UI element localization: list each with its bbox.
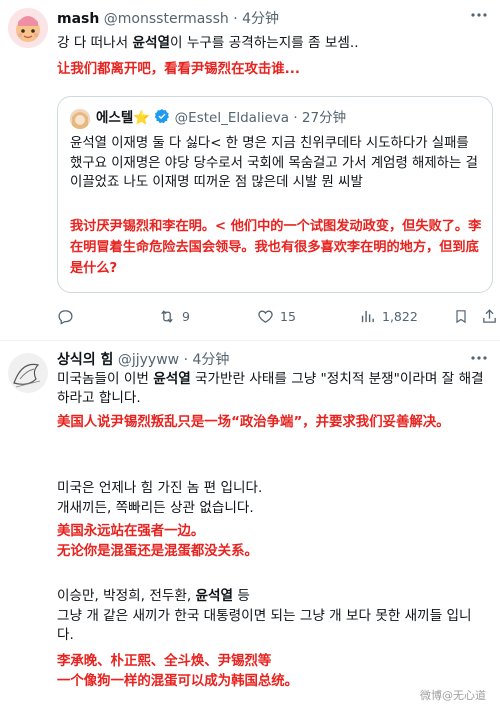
retweet-count: 9: [182, 309, 190, 324]
like-button[interactable]: 15: [257, 308, 296, 325]
views-chart-icon: [361, 310, 374, 323]
avatar-estel[interactable]: [70, 109, 90, 129]
quote-text: 윤석열 이재명 둘 다 싫다< 한 명은 지금 친위쿠데타 시도하다가 실패를 …: [70, 136, 478, 190]
quote-translation: 我讨厌尹锡烈和李在明。< 他们中的一个试图发动政变，但失败了。李在明冒着生命危险…: [70, 219, 482, 276]
tweet-paragraph-1-translation: 美国人说尹锡烈叛乱只是一场“政治争端”，并要求我们妥善解决。: [57, 415, 450, 430]
timestamp[interactable]: 4分钟: [242, 11, 279, 27]
tweet-paragraph-3-translation-1: 李承晚、朴正熙、全斗焕、尹锡烈等: [57, 654, 272, 669]
separator-dot: ·: [293, 110, 298, 126]
views-count: 1,822: [382, 309, 418, 324]
reply-button[interactable]: [57, 308, 74, 325]
tweet-text-part: 이 누구를 공격하는지를 좀 보셈..: [170, 35, 359, 51]
reply-icon: [58, 310, 73, 325]
avatar-mash[interactable]: [8, 8, 48, 48]
tweet-paragraph-2-translation-1: 美国永远站在强者一边。: [57, 524, 205, 539]
quote-author-handle[interactable]: @Estel_Eldalieva: [175, 110, 289, 126]
tweet-jjyyww[interactable]: 상식의 힘 @jjyyww · 4分钟 미국놈들이 이번 윤석열 국가반란 사태…: [0, 341, 500, 707]
tweet-paragraph-3-line-2: 그냥 개 같은 새끼가 한국 대통령이면 되는 그냥 개 보다 못한 새끼들 입…: [57, 608, 472, 643]
tweet-text: 강 다 떠나서 윤석열이 누구를 공격하는지를 좀 보셈..: [57, 34, 487, 53]
tweet-paragraph-2-line-1: 미국은 언제나 힘 가진 놈 편 입니다.: [57, 480, 263, 496]
tweet-mash[interactable]: mash @monsstermassh · 4分钟 강 다 떠나서 윤석열이 누…: [0, 0, 500, 340]
tweet-text-bold: 윤석열: [195, 588, 234, 604]
anime-avatar-icon: [70, 109, 90, 129]
tweet-text-part: 미국놈들이 이번: [57, 371, 154, 387]
sketch-avatar-icon: [8, 353, 48, 393]
tweet-paragraph-1: 미국놈들이 이번 윤석열 국가반란 사태를 그냥 "정치적 분쟁"이라며 잘 해…: [57, 370, 487, 408]
tweet-header: mash @monsstermassh · 4分钟: [57, 9, 279, 29]
bookmark-icon: [456, 310, 466, 324]
verified-badge-icon: [154, 108, 170, 130]
share-button[interactable]: [481, 308, 498, 325]
tweet-action-bar: 9 15 1,822: [57, 308, 497, 328]
separator-dot: ·: [233, 11, 238, 27]
tweet-paragraph-2-line-2: 개새끼든, 쪽빠리든 상관 없습니다.: [57, 500, 254, 516]
more-dots-icon[interactable]: [470, 349, 488, 371]
tweet-paragraph-2-translation-2: 无论你是混蛋还是混蛋都没关系。: [57, 544, 258, 559]
avatar-jjyyww[interactable]: [8, 353, 48, 393]
heart-icon: [258, 310, 273, 323]
author-handle[interactable]: @jjyyww: [118, 352, 179, 368]
bookmark-button[interactable]: [453, 308, 469, 325]
tweet-text-bold: 윤석열: [132, 35, 171, 51]
tweet-header: 상식의 힘 @jjyyww · 4分钟: [57, 350, 229, 370]
author-name[interactable]: 상식의 힘: [57, 352, 113, 368]
retweet-button[interactable]: 9: [158, 308, 190, 325]
tweet-paragraph-3-line-1: 이승만, 박정희, 전두환, 윤석열 등: [57, 587, 487, 606]
star-emoji: ⭐: [133, 110, 151, 126]
author-handle[interactable]: @monsstermassh: [104, 11, 229, 27]
quote-header: 에스텔⭐ @Estel_Eldalieva · 27分钟: [96, 108, 346, 130]
watermark: 微博@无心道: [420, 689, 486, 702]
tweet-text-part: 등: [233, 588, 250, 604]
separator-dot: ·: [183, 352, 189, 368]
more-dots-icon[interactable]: [470, 6, 488, 28]
tweet-text-part: 이승만, 박정희, 전두환,: [57, 588, 196, 604]
tweet-text-bold: 윤석열: [153, 371, 191, 387]
quoted-tweet[interactable]: 에스텔⭐ @Estel_Eldalieva · 27分钟 윤석열 이재명 둘 다…: [57, 96, 493, 293]
timestamp[interactable]: 4分钟: [192, 352, 229, 368]
retweet-icon: [161, 310, 173, 323]
tweet-translation: 让我们都离开吧，看看尹锡烈在攻击谁...: [57, 62, 300, 77]
quote-author-name[interactable]: 에스텔: [96, 110, 133, 126]
views-button[interactable]: 1,822: [359, 308, 418, 325]
tweet-text-part: 강 다 떠나서: [57, 35, 133, 51]
like-count: 15: [280, 309, 296, 324]
author-name[interactable]: mash: [57, 11, 99, 27]
share-icon: [483, 309, 496, 323]
cartoon-avatar-icon: [8, 8, 48, 48]
quote-timestamp[interactable]: 27分钟: [302, 110, 346, 126]
